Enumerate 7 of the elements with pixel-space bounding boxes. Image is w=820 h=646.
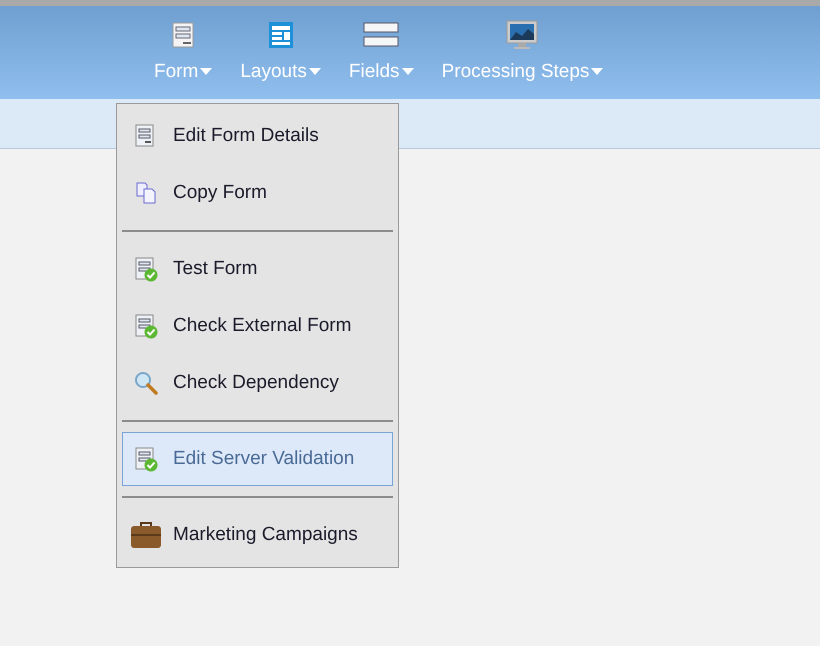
menu-item[interactable]: Check External Form <box>122 299 393 353</box>
menu-item[interactable]: Test Form <box>122 242 393 296</box>
menu-item[interactable]: Edit Form Details <box>122 109 393 163</box>
menu-item[interactable]: Marketing Campaigns <box>122 508 393 562</box>
menu-item[interactable]: Edit Server Validation <box>122 432 393 486</box>
menu-item[interactable]: Copy Form <box>122 166 393 220</box>
menu-item[interactable]: Check Dependency <box>122 356 393 410</box>
